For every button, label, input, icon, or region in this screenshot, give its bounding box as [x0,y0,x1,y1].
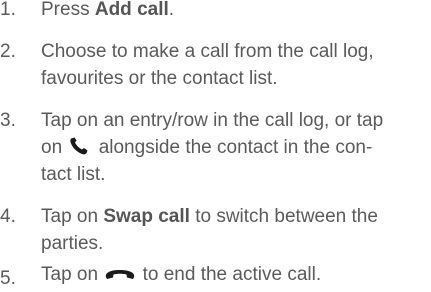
step-text: Press Add call. [41,0,429,23]
swap-call-label: Swap call [103,206,190,227]
step-number: 1. [0,0,16,20]
step-text-part: to switch between the [189,206,378,227]
step-line: on alongside the contact in the con- [41,134,429,161]
step-line: favourites or the contact list. [41,68,278,89]
step-text: Choose to make a call from the call log,… [41,38,429,92]
step-line: tact list. [41,164,106,185]
step-line: parties. [41,233,104,254]
step-text-part: . [168,0,175,20]
step-text-part: on [41,137,68,158]
phone-handset-icon [67,136,93,156]
step-text-part: Press [41,0,95,20]
step-line: Tap on Swap call to switch between the [41,203,429,230]
step-text: Tap on an entry/row in the call log, or … [41,107,429,188]
step-line: Tap on an entry/row in the call log, or … [41,110,384,131]
step-number: 5. [0,268,16,289]
step-number: 3. [0,110,16,131]
end-call-icon [103,265,137,281]
step-text: Tap on to end the active call. [41,261,429,288]
step-text-part: to end the active call. [142,264,322,285]
step-number: 2. [0,41,16,62]
step-number: 4. [0,206,16,227]
step-text-part: alongside the contact in the con- [98,137,373,158]
add-call-label: Add call [94,0,169,20]
step-text: Tap on Swap call to switch between the p… [41,203,429,257]
step-line: Choose to make a call from the call log, [41,41,374,62]
step-text-part: Tap on [41,264,104,285]
step-text-part: Tap on [41,206,104,227]
